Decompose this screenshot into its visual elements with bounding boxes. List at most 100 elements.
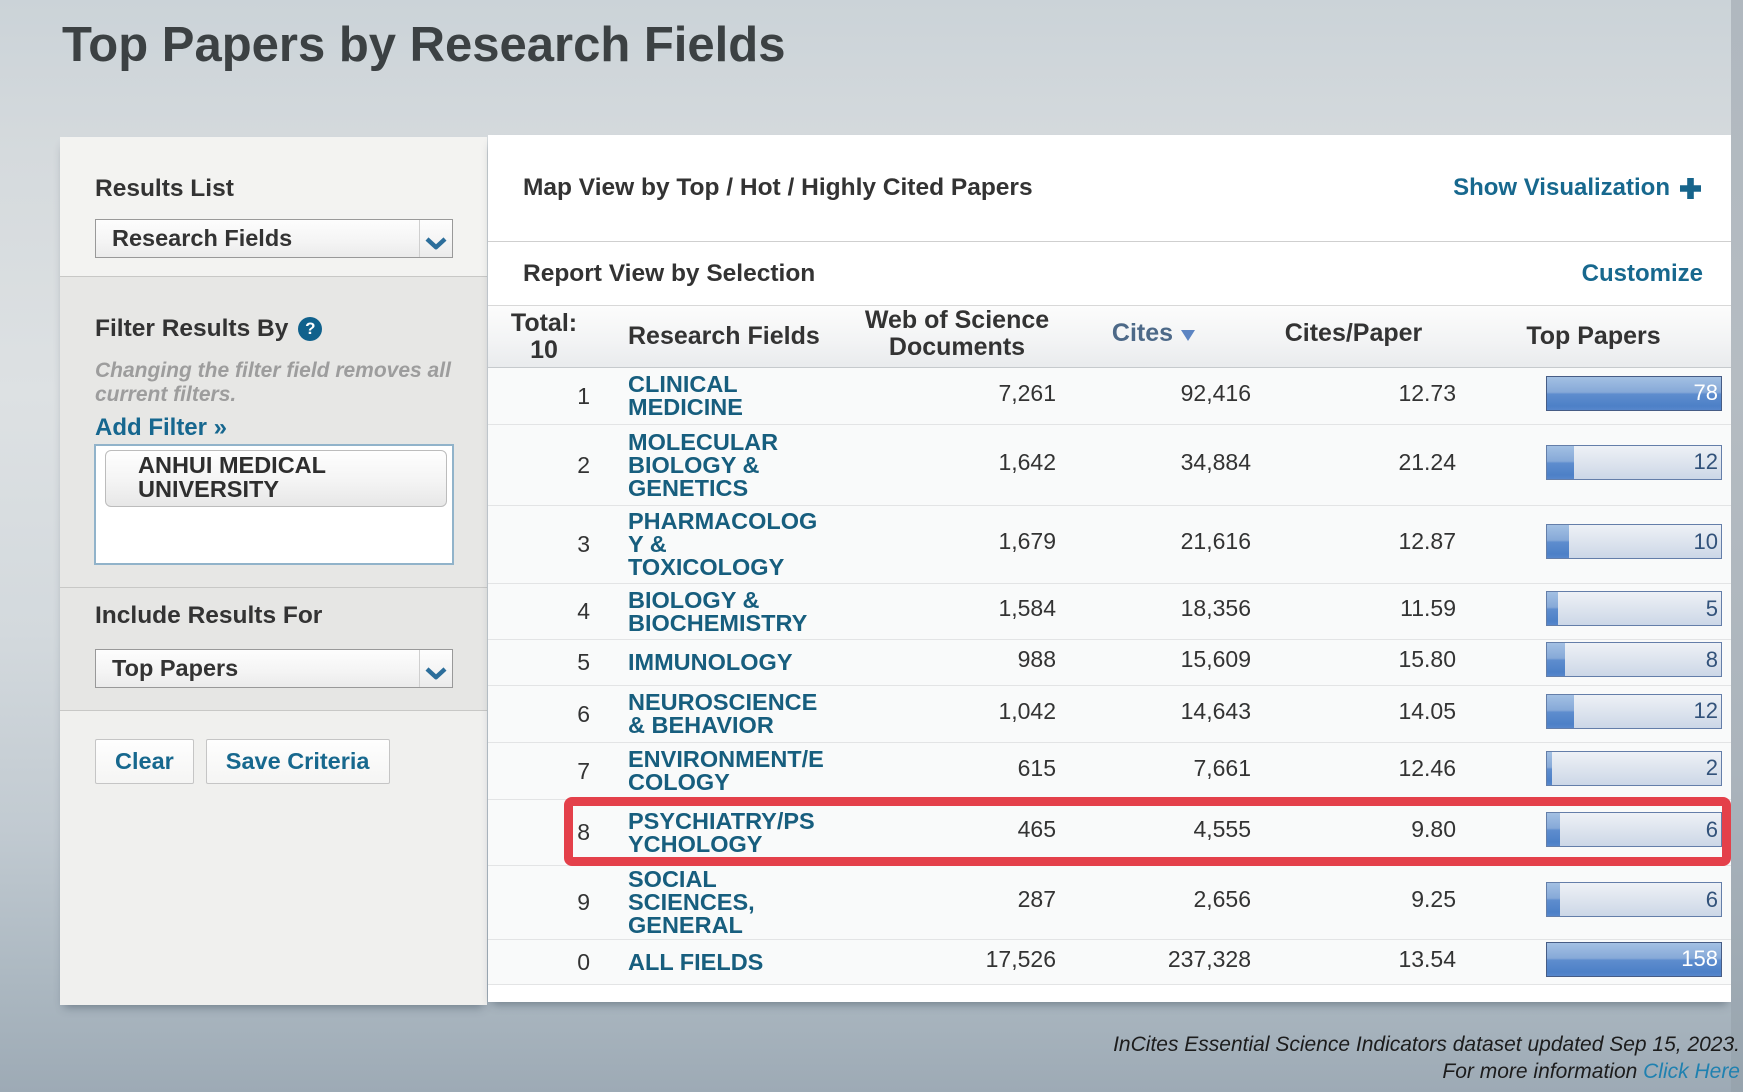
top-papers-bar-fill — [1547, 883, 1560, 916]
table-header-row: Total:10 Research Fields Web of Science … — [488, 305, 1731, 368]
column-header-research-fields[interactable]: Research Fields — [590, 322, 858, 351]
top-papers-bar-fill — [1547, 695, 1574, 728]
filter-heading: Filter Results By — [95, 315, 288, 343]
top-papers-cell: 8 — [1456, 645, 1731, 680]
field-link[interactable]: PHARMACOLOG Y & TOXICOLOGY — [628, 504, 817, 585]
sidebar: Results List Research Fields Filter Resu… — [60, 137, 487, 1005]
rank-cell: 5 — [488, 649, 590, 676]
filter-section: Filter Results By ? Changing the filter … — [60, 276, 487, 587]
main-panel: Map View by Top / Hot / Highly Cited Pap… — [488, 135, 1731, 1002]
include-results-section: Include Results For Top Papers — [60, 587, 487, 710]
field-link[interactable]: ALL FIELDS — [628, 945, 763, 980]
field-link[interactable]: CLINICAL MEDICINE — [628, 367, 743, 425]
table-row-rank-5: 5IMMUNOLOGY98815,60915.808 — [488, 640, 1731, 686]
field-cell: ALL FIELDS — [590, 945, 858, 980]
field-link[interactable]: PSYCHIATRY/PS YCHOLOGY — [628, 804, 815, 862]
field-cell: PSYCHIATRY/PS YCHOLOGY — [590, 804, 858, 862]
field-link[interactable]: MOLECULAR BIOLOGY & GENETICS — [628, 425, 778, 506]
add-filter-link[interactable]: Add Filter » — [95, 414, 452, 442]
top-papers-cell: 10 — [1456, 527, 1731, 562]
cites-cell: 7,661 — [1056, 755, 1251, 782]
top-papers-value: 10 — [1694, 525, 1718, 558]
report-view-heading: Report View by Selection — [523, 260, 815, 288]
help-icon[interactable]: ? — [298, 317, 322, 341]
results-list-select[interactable]: Research Fields — [95, 219, 453, 258]
table-row-rank-0: 0ALL FIELDS17,526237,32813.54158 — [488, 940, 1731, 985]
top-papers-cell: 5 — [1456, 594, 1731, 629]
top-papers-cell: 2 — [1456, 754, 1731, 789]
column-header-total: Total:10 — [488, 310, 590, 364]
top-papers-cell: 12 — [1456, 697, 1731, 732]
top-papers-bar: 8 — [1546, 642, 1722, 677]
top-papers-bar-fill — [1547, 752, 1552, 785]
report-view-row: Report View by Selection Customize — [488, 241, 1731, 305]
rank-cell: 6 — [488, 701, 590, 728]
field-cell: CLINICAL MEDICINE — [590, 367, 858, 425]
click-here-link[interactable]: Click Here — [1643, 1060, 1740, 1083]
top-papers-cell: 6 — [1456, 815, 1731, 850]
cites-per-paper-cell: 15.80 — [1251, 646, 1456, 673]
field-link[interactable]: SOCIAL SCIENCES, GENERAL — [628, 862, 755, 943]
rank-cell: 2 — [488, 452, 590, 479]
customize-label: Customize — [1582, 260, 1703, 288]
show-visualization-label: Show Visualization — [1453, 174, 1670, 202]
clear-button[interactable]: Clear — [95, 739, 194, 784]
top-papers-value: 8 — [1706, 643, 1718, 676]
results-list-selected-value: Research Fields — [96, 225, 419, 252]
include-results-selected-value: Top Papers — [96, 655, 419, 682]
column-header-wos-documents[interactable]: Web of Science Documents — [858, 307, 1056, 361]
chevron-down-icon — [425, 237, 447, 250]
field-link[interactable]: IMMUNOLOGY — [628, 645, 793, 680]
cites-cell: 92,416 — [1056, 380, 1251, 407]
cites-cell: 34,884 — [1056, 449, 1251, 476]
field-link[interactable]: ENVIRONMENT/E COLOGY — [628, 742, 824, 800]
footer: InCites Essential Science Indicators dat… — [1113, 1031, 1740, 1085]
field-cell: BIOLOGY & BIOCHEMISTRY — [590, 583, 858, 641]
scrollbar-track[interactable] — [1731, 0, 1743, 1092]
field-link[interactable]: NEUROSCIENCE & BEHAVIOR — [628, 685, 817, 743]
cites-cell: 14,643 — [1056, 698, 1251, 725]
cites-per-paper-cell: 13.54 — [1251, 946, 1456, 973]
rank-cell: 0 — [488, 949, 590, 976]
top-papers-value: 6 — [1706, 883, 1718, 916]
filter-selected-item[interactable]: ANHUI MEDICAL UNIVERSITY — [105, 450, 447, 507]
page-title: Top Papers by Research Fields — [62, 17, 785, 73]
include-results-select[interactable]: Top Papers — [95, 649, 453, 688]
wos-documents-cell: 988 — [858, 646, 1056, 673]
field-cell: ENVIRONMENT/E COLOGY — [590, 742, 858, 800]
top-papers-bar: 5 — [1546, 591, 1722, 626]
table-row-rank-8: 8PSYCHIATRY/PS YCHOLOGY4654,5559.806 — [488, 800, 1731, 866]
rank-cell: 1 — [488, 383, 590, 410]
cites-per-paper-cell: 9.25 — [1251, 886, 1456, 913]
column-header-cites-per-paper[interactable]: Cites/Paper — [1251, 320, 1456, 347]
top-papers-bar: 78 — [1546, 376, 1722, 411]
wos-documents-cell: 7,261 — [858, 380, 1056, 407]
cites-cell: 21,616 — [1056, 528, 1251, 555]
cites-cell: 4,555 — [1056, 816, 1251, 843]
column-header-top-papers[interactable]: Top Papers — [1456, 323, 1731, 350]
field-cell: NEUROSCIENCE & BEHAVIOR — [590, 685, 858, 743]
wos-documents-cell: 465 — [858, 816, 1056, 843]
map-view-heading: Map View by Top / Hot / Highly Cited Pap… — [523, 174, 1033, 202]
cites-per-paper-cell: 12.46 — [1251, 755, 1456, 782]
show-visualization-link[interactable]: Show Visualization — [1453, 174, 1702, 202]
wos-documents-cell: 17,526 — [858, 946, 1056, 973]
select-arrow-area — [419, 220, 452, 257]
table-row-rank-1: 1CLINICAL MEDICINE7,26192,41612.7378 — [488, 368, 1731, 425]
sort-descending-icon — [1181, 330, 1195, 341]
top-papers-bar: 158 — [1546, 942, 1722, 977]
top-papers-cell: 158 — [1456, 945, 1731, 980]
top-papers-bar: 6 — [1546, 812, 1722, 847]
top-papers-bar: 2 — [1546, 751, 1722, 786]
customize-link[interactable]: Customize — [1582, 260, 1703, 288]
top-papers-bar-fill — [1547, 643, 1565, 676]
cites-per-paper-cell: 11.59 — [1251, 595, 1456, 622]
rank-cell: 8 — [488, 819, 590, 846]
column-header-cites[interactable]: Cites — [1056, 319, 1251, 348]
top-papers-value: 78 — [1694, 377, 1718, 410]
save-criteria-button[interactable]: Save Criteria — [206, 739, 390, 784]
top-papers-value: 2 — [1706, 752, 1718, 785]
table-row-rank-3: 3PHARMACOLOG Y & TOXICOLOGY1,67921,61612… — [488, 506, 1731, 584]
filter-listbox[interactable]: ANHUI MEDICAL UNIVERSITY — [94, 444, 454, 565]
field-link[interactable]: BIOLOGY & BIOCHEMISTRY — [628, 583, 807, 641]
